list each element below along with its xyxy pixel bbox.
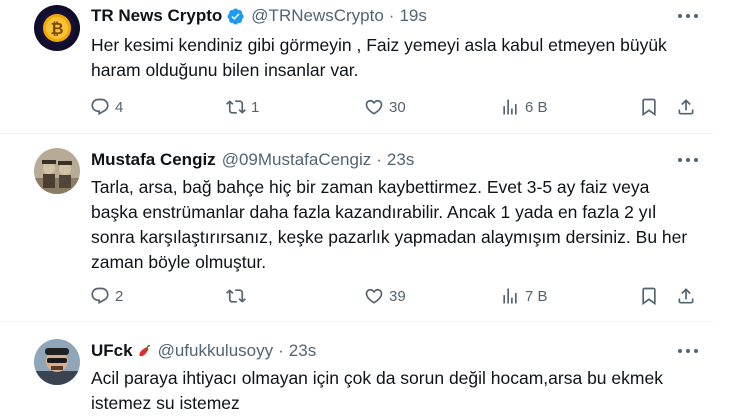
bookmark-icon	[642, 98, 656, 117]
chili-pepper-emoji	[136, 343, 152, 359]
views-icon	[503, 288, 517, 304]
share-button[interactable]	[676, 96, 696, 118]
avatar[interactable]: ₿	[34, 5, 80, 51]
views-button[interactable]: 7 B	[500, 285, 548, 307]
views-count: 6 B	[525, 98, 548, 116]
verified-badge-icon	[226, 7, 245, 26]
separator-dot: ·	[376, 150, 382, 169]
retweet-button[interactable]: 1	[226, 96, 259, 118]
author-name[interactable]: TR News Crypto	[91, 6, 222, 26]
heart-icon	[365, 99, 383, 115]
action-bar: 2 39 7 B	[90, 285, 700, 307]
retweet-count: 1	[251, 98, 260, 116]
bookmark-button[interactable]	[639, 96, 659, 118]
more-icon[interactable]	[678, 156, 698, 164]
timestamp[interactable]: 23s	[289, 341, 316, 361]
reply-button[interactable]: 4	[90, 96, 123, 118]
author-handle[interactable]: @09MustafaCengiz	[222, 150, 372, 170]
author-handle[interactable]: @TRNewsCrypto	[251, 6, 384, 26]
author-handle[interactable]: @ufukkulusoyy	[158, 341, 274, 361]
retweet-button[interactable]	[226, 285, 251, 307]
avatar[interactable]	[34, 148, 80, 194]
heart-icon	[365, 288, 383, 304]
bookmark-icon	[642, 287, 656, 306]
tweet[interactable]: UFck @ufukkulusoyy · 23s Acil paraya iht…	[0, 321, 713, 420]
reply-count: 4	[115, 98, 124, 116]
views-count: 7 B	[525, 287, 548, 305]
share-button[interactable]	[676, 285, 696, 307]
like-count: 39	[389, 287, 406, 305]
views-button[interactable]: 6 B	[500, 96, 548, 118]
reply-icon	[91, 98, 109, 116]
like-button[interactable]: 30	[364, 96, 406, 118]
tweet-text: Acil paraya ihtiyacı olmayan için çok da…	[91, 368, 663, 413]
avatar[interactable]	[34, 339, 80, 385]
like-button[interactable]: 39	[364, 285, 406, 307]
more-icon[interactable]	[678, 347, 698, 355]
author-name[interactable]: Mustafa Cengiz	[91, 150, 216, 170]
bookmark-button[interactable]	[639, 285, 659, 307]
separator-dot: ·	[388, 6, 395, 25]
retweet-icon	[226, 289, 246, 303]
share-icon	[678, 288, 694, 304]
tweet-text: Tarla, arsa, bağ bahçe hiç bir zaman kay…	[91, 177, 688, 272]
tweet[interactable]: Mustafa Cengiz @09MustafaCengiz · 23s Ta…	[0, 133, 713, 322]
share-icon	[678, 99, 694, 115]
svg-text:₿: ₿	[50, 20, 63, 38]
like-count: 30	[389, 98, 406, 116]
tweet[interactable]: ₿ TR News Crypto @TRNewsCrypto · 19s Her…	[0, 0, 713, 134]
more-icon[interactable]	[678, 12, 698, 20]
separator-dot: ·	[278, 341, 284, 360]
action-bar: 4 1 30 6 B	[90, 96, 700, 118]
reply-icon	[91, 287, 109, 305]
timestamp[interactable]: 19s	[399, 6, 426, 26]
reply-count: 2	[115, 287, 124, 305]
views-icon	[503, 99, 517, 115]
timestamp[interactable]: 23s	[387, 150, 414, 170]
reply-button[interactable]: 2	[90, 285, 123, 307]
retweet-icon	[226, 100, 246, 114]
tweet-text: Her kesimi kendiniz gibi görmeyin , Faiz…	[91, 35, 667, 80]
author-name[interactable]: UFck	[91, 341, 133, 361]
